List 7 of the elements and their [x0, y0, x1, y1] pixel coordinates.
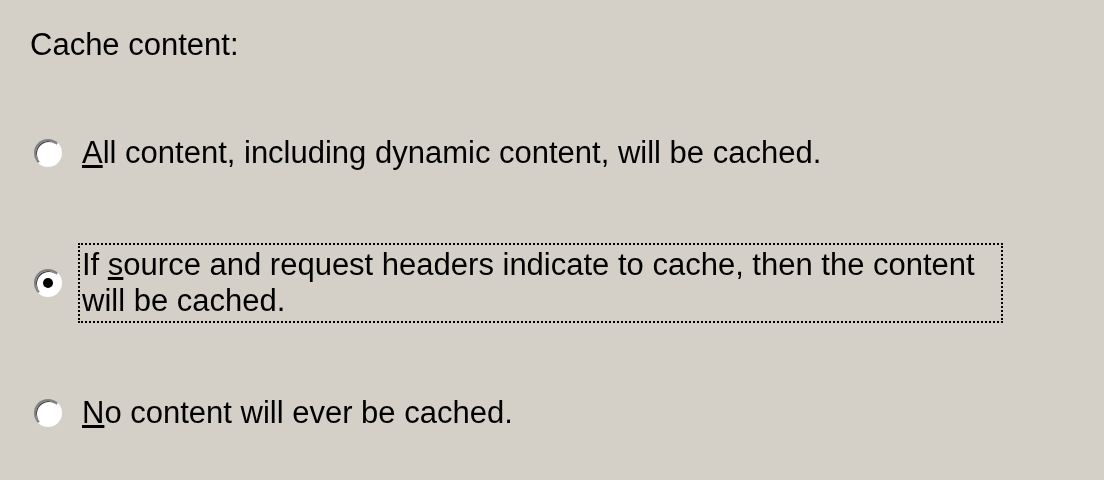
- radio-label[interactable]: All content, including dynamic content, will be cached.: [78, 131, 828, 175]
- group-label: Cache content:: [30, 27, 239, 63]
- radio-label[interactable]: If source and request headers indicate to cache, then the content will be cached.: [78, 243, 1003, 323]
- radio-button[interactable]: [34, 139, 62, 167]
- radio-button[interactable]: [34, 399, 62, 427]
- radio-label[interactable]: No content will ever be cached.: [78, 391, 519, 435]
- radio-button[interactable]: [34, 269, 62, 297]
